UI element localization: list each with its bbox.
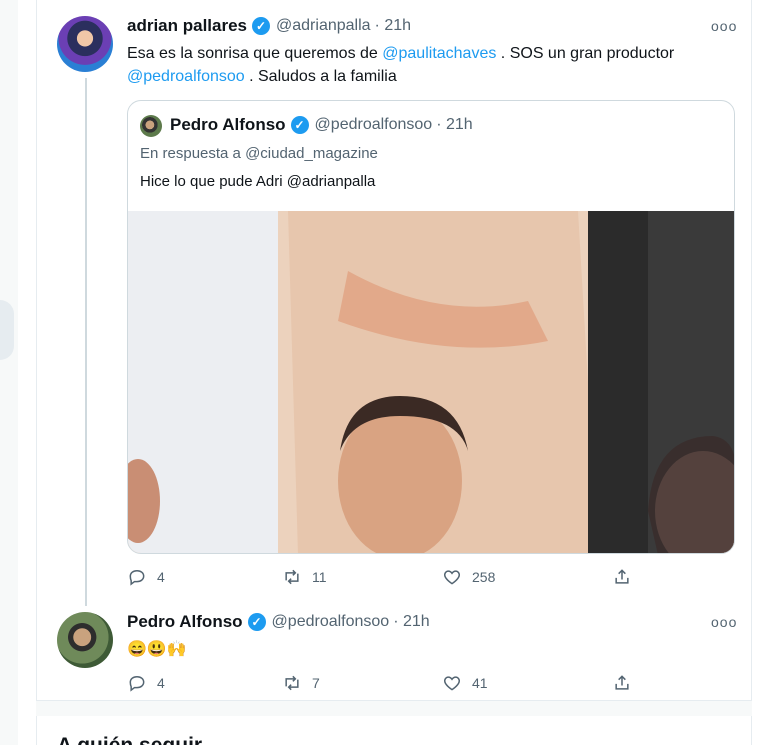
verified-badge-icon: ✓ [252, 17, 271, 35]
tweet2-handle[interactable]: @pedroalfonsoo [272, 613, 390, 631]
share-button[interactable] [612, 567, 642, 587]
share-icon [615, 569, 629, 584]
like-button[interactable]: 41 [442, 673, 612, 693]
quote-photo-image [128, 211, 734, 553]
quote-reply-context: En respuesta a @ciudad_magazine [140, 145, 378, 162]
tweet1-text-part: Esa es la sonrisa que queremos de [127, 45, 383, 62]
quote-text-part: Hice lo que pude Adri [140, 173, 287, 190]
thread-connector-line [85, 78, 87, 606]
reply-button[interactable]: 4 [127, 567, 282, 587]
share-button[interactable] [612, 673, 642, 693]
section-separator [36, 700, 752, 716]
timeline-column: adrian pallares ✓ @adrianpalla · 21h ooo… [36, 0, 752, 745]
who-to-follow-panel: A quién seguir [36, 716, 752, 745]
tweet2-actions: 4 7 41 [127, 672, 647, 694]
tweet2-text: 😄😃🙌 [127, 641, 187, 658]
tweet2-author-name[interactable]: Pedro Alfonso [127, 612, 243, 632]
quote-header: Pedro Alfonso ✓ @pedroalfonsoo · 21h [170, 115, 473, 135]
tweet1-header: adrian pallares ✓ @adrianpalla · 21h [127, 16, 411, 36]
retweet-count: 7 [312, 675, 320, 691]
reply-count: 4 [157, 675, 165, 691]
tweet1-more-icon[interactable]: ooo [711, 18, 737, 34]
retweet-icon [285, 569, 299, 585]
quote-avatar [140, 115, 162, 137]
reply-count: 4 [157, 569, 165, 585]
tweet1-text-part: . Saludos a la familia [244, 68, 397, 85]
quote-text: Hice lo que pude Adri @adrianpalla [140, 173, 375, 190]
avatar-pedro-alfonso[interactable] [57, 612, 113, 668]
reply-icon [129, 675, 145, 692]
tweet1-handle[interactable]: @adrianpalla [276, 17, 371, 35]
like-icon [443, 676, 461, 691]
left-panel-edge [0, 0, 18, 745]
retweet-icon [285, 675, 299, 691]
tweet2-header: Pedro Alfonso ✓ @pedroalfonsoo · 21h [127, 612, 430, 632]
like-count: 258 [472, 569, 496, 585]
quoted-tweet-card[interactable]: Pedro Alfonso ✓ @pedroalfonsoo · 21h En … [127, 100, 735, 554]
retweet-button[interactable]: 7 [282, 673, 442, 693]
mention-paulitachaves[interactable]: @paulitachaves [382, 45, 496, 62]
quote-handle: @pedroalfonsoo [314, 116, 433, 133]
avatar-adrian-pallares[interactable] [57, 16, 113, 72]
reply-icon [129, 569, 145, 586]
tweet2-timestamp[interactable]: · 21h [393, 613, 429, 631]
like-icon [443, 570, 461, 585]
who-to-follow-title: A quién seguir [57, 734, 202, 745]
quote-timestamp: · 21h [436, 116, 473, 133]
tweet1-actions: 4 11 258 [127, 566, 647, 588]
tweet1-text: Esa es la sonrisa que queremos de @pauli… [127, 42, 737, 88]
tweet1-author-name[interactable]: adrian pallares [127, 16, 247, 36]
left-panel-decoration [0, 300, 14, 360]
share-icon [615, 675, 629, 690]
tweet1-timestamp[interactable]: · 21h [375, 17, 411, 35]
retweet-count: 11 [312, 569, 327, 585]
quote-photo[interactable] [128, 211, 734, 553]
reply-button[interactable]: 4 [127, 673, 282, 693]
like-count: 41 [472, 675, 488, 691]
tweet2-more-icon[interactable]: ooo [711, 614, 737, 630]
tweet1-text-part: . SOS un gran productor [496, 45, 675, 62]
verified-badge-icon: ✓ [247, 613, 266, 631]
like-button[interactable]: 258 [442, 567, 612, 587]
mention-pedroalfonsoo[interactable]: @pedroalfonsoo [127, 68, 245, 85]
quote-mention: @adrianpalla [286, 173, 376, 190]
verified-badge-icon: ✓ [290, 116, 309, 134]
quote-author-name: Pedro Alfonso [170, 115, 286, 134]
retweet-button[interactable]: 11 [282, 567, 442, 587]
